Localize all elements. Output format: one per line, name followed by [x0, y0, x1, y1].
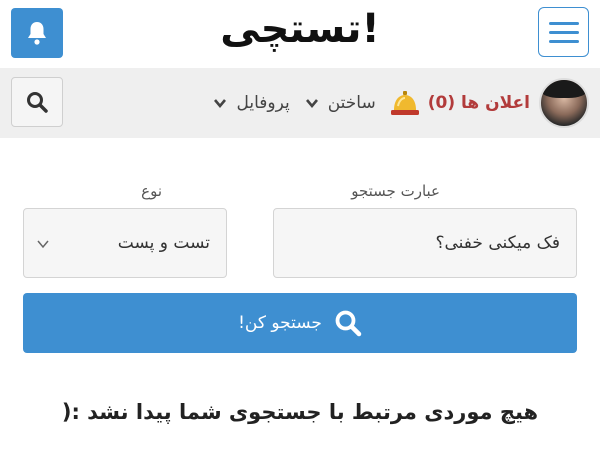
search-submit-button[interactable]: جستجو کن! — [23, 293, 577, 353]
top-bar: تستچی! — [0, 0, 600, 68]
chevron-down-icon — [305, 99, 318, 109]
search-input[interactable]: فک میکنی خفنی؟ — [273, 208, 577, 278]
menu-button[interactable] — [538, 7, 589, 57]
empty-result-message: هیچ موردی مرتبط با جستجوی شما پیدا نشد :… — [61, 400, 539, 424]
chevron-down-icon — [214, 99, 227, 109]
nav-profile-label: پروفایل — [236, 93, 290, 113]
query-label: عبارت جستجو — [351, 182, 440, 200]
nav-alerts-label: اعلان ها (0) — [427, 93, 530, 113]
nav-create-label: ساختن — [327, 93, 376, 113]
search-input-value: فک میکنی خفنی؟ — [435, 233, 560, 253]
search-icon — [335, 310, 362, 337]
nav-bar: پروفایل ساختن اعلان ها (0) — [0, 68, 600, 138]
nav-alerts[interactable]: اعلان ها (0) — [390, 89, 530, 117]
type-label: نوع — [141, 182, 162, 200]
type-select[interactable]: تست و پست — [23, 208, 227, 278]
nav-create[interactable]: ساختن — [304, 93, 376, 113]
nav-profile[interactable]: پروفایل — [212, 93, 290, 113]
service-bell-icon — [390, 91, 419, 115]
hamburger-icon — [548, 21, 579, 25]
type-select-value: تست و پست — [117, 233, 210, 253]
site-logo[interactable]: تستچی! — [0, 6, 600, 52]
search-icon — [27, 92, 48, 113]
search-toggle-button[interactable] — [11, 77, 63, 127]
search-submit-label: جستجو کن! — [238, 313, 322, 333]
avatar[interactable] — [539, 78, 589, 128]
nav-menu: پروفایل ساختن اعلان ها (0) — [212, 68, 530, 138]
chevron-down-icon — [37, 240, 49, 249]
